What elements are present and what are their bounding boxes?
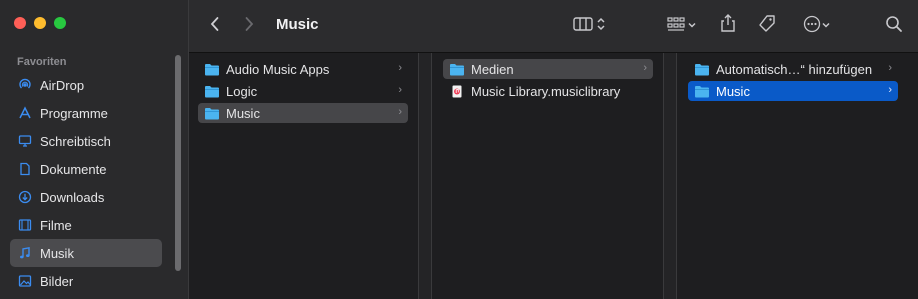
tag-icon [757,14,777,39]
sidebar-item-label: Downloads [40,189,105,205]
airdrop-icon [18,78,32,92]
list-item[interactable]: Music › [688,81,898,101]
share-button[interactable] [717,13,739,37]
music-library-file-icon [452,85,462,97]
item-label: Medien [471,61,514,77]
chevron-right-icon: › [888,84,892,96]
sidebar-item-downloads[interactable]: Downloads [10,183,162,211]
photo-icon [18,274,32,288]
item-label: Music Library.musiclibrary [471,83,621,99]
sidebar-item-label: Bilder [40,273,74,289]
folder-icon [205,107,219,119]
item-label: Music [226,105,260,121]
sidebar-item-label: Programme [40,105,108,121]
minimize-window-button[interactable] [34,17,46,29]
item-label: Audio Music Apps [226,61,330,77]
sidebar-item-bilder[interactable]: Bilder [10,267,162,295]
list-item[interactable]: Logic › [198,81,408,101]
ellipsis-circle-icon [803,15,821,38]
sidebar-item-programme[interactable]: Programme [10,99,162,127]
list-item[interactable]: Music Library.musiclibrary [443,81,653,101]
chevron-updown-icon [595,16,607,37]
sidebar-item-label: Schreibtisch [40,133,111,149]
desktop-icon [18,134,32,148]
window-controls [14,17,66,29]
chevron-right-icon [243,16,255,37]
download-icon [18,190,32,204]
browser-column-3: Automatisch…“ hinzufügen › Music › [677,53,918,299]
share-icon [719,13,737,38]
item-label: Logic [226,83,258,99]
back-button[interactable] [205,16,225,36]
sidebar-item-label: Dokumente [40,161,107,177]
list-item[interactable]: Audio Music Apps › [198,59,408,79]
folder-icon [450,63,464,75]
chevron-down-icon [821,17,831,35]
view-mode-button[interactable] [567,15,613,37]
folder-icon [205,85,219,97]
sidebar-scrollbar[interactable] [175,55,181,271]
tags-button[interactable] [755,14,779,38]
search-button[interactable] [883,15,905,37]
sidebar-item-dokumente[interactable]: Dokumente [10,155,162,183]
item-label: Automatisch…“ hinzufügen [716,61,873,77]
sidebar-item-filme[interactable]: Filme [10,211,162,239]
chevron-down-icon [687,17,697,35]
document-icon [18,162,32,176]
sidebar-item-label: Musik [40,245,74,261]
sidebar-item-airdrop[interactable]: AirDrop [10,71,162,99]
music-note-icon [18,246,32,260]
item-label: Music [716,83,750,99]
browser-column-2: Medien › Music Library.musiclibrary [432,53,662,299]
browser-column-1: Audio Music Apps › Logic › Music › [189,53,418,299]
list-item[interactable]: Music › [198,103,408,123]
more-actions-button[interactable] [797,15,837,37]
chevron-right-icon: › [398,84,402,96]
column-divider[interactable] [663,53,677,299]
column-view-icon [573,16,595,37]
sidebar-item-label: Filme [40,217,72,233]
sidebar-list: AirDrop Programme Schreibtisch Dokumente… [10,71,162,295]
zoom-window-button[interactable] [54,17,66,29]
list-item[interactable]: Medien › [443,59,653,79]
applications-icon [18,106,32,120]
grid-group-icon [667,16,687,37]
folder-icon [695,63,709,75]
search-icon [885,15,903,38]
folder-icon [695,85,709,97]
toolbar: Music [189,0,918,53]
sidebar-item-schreibtisch[interactable]: Schreibtisch [10,127,162,155]
chevron-left-icon [209,16,221,37]
window-title: Music [276,16,319,33]
chevron-right-icon: › [643,62,647,74]
sidebar: Favoriten AirDrop Programme Schreibtisch… [0,0,189,299]
film-icon [18,218,32,232]
column-browser: Audio Music Apps › Logic › Music › Medie… [189,53,918,299]
chevron-right-icon: › [398,62,402,74]
folder-icon [205,63,219,75]
close-window-button[interactable] [14,17,26,29]
sidebar-item-label: AirDrop [40,77,85,93]
sidebar-item-musik[interactable]: Musik [10,239,162,267]
chevron-right-icon: › [398,106,402,118]
list-item[interactable]: Automatisch…“ hinzufügen › [688,59,898,79]
chevron-right-icon: › [888,62,892,74]
column-divider[interactable] [418,53,432,299]
group-button[interactable] [662,15,702,37]
sidebar-section-favorites: Favoriten [17,56,67,68]
forward-button[interactable] [239,16,259,36]
